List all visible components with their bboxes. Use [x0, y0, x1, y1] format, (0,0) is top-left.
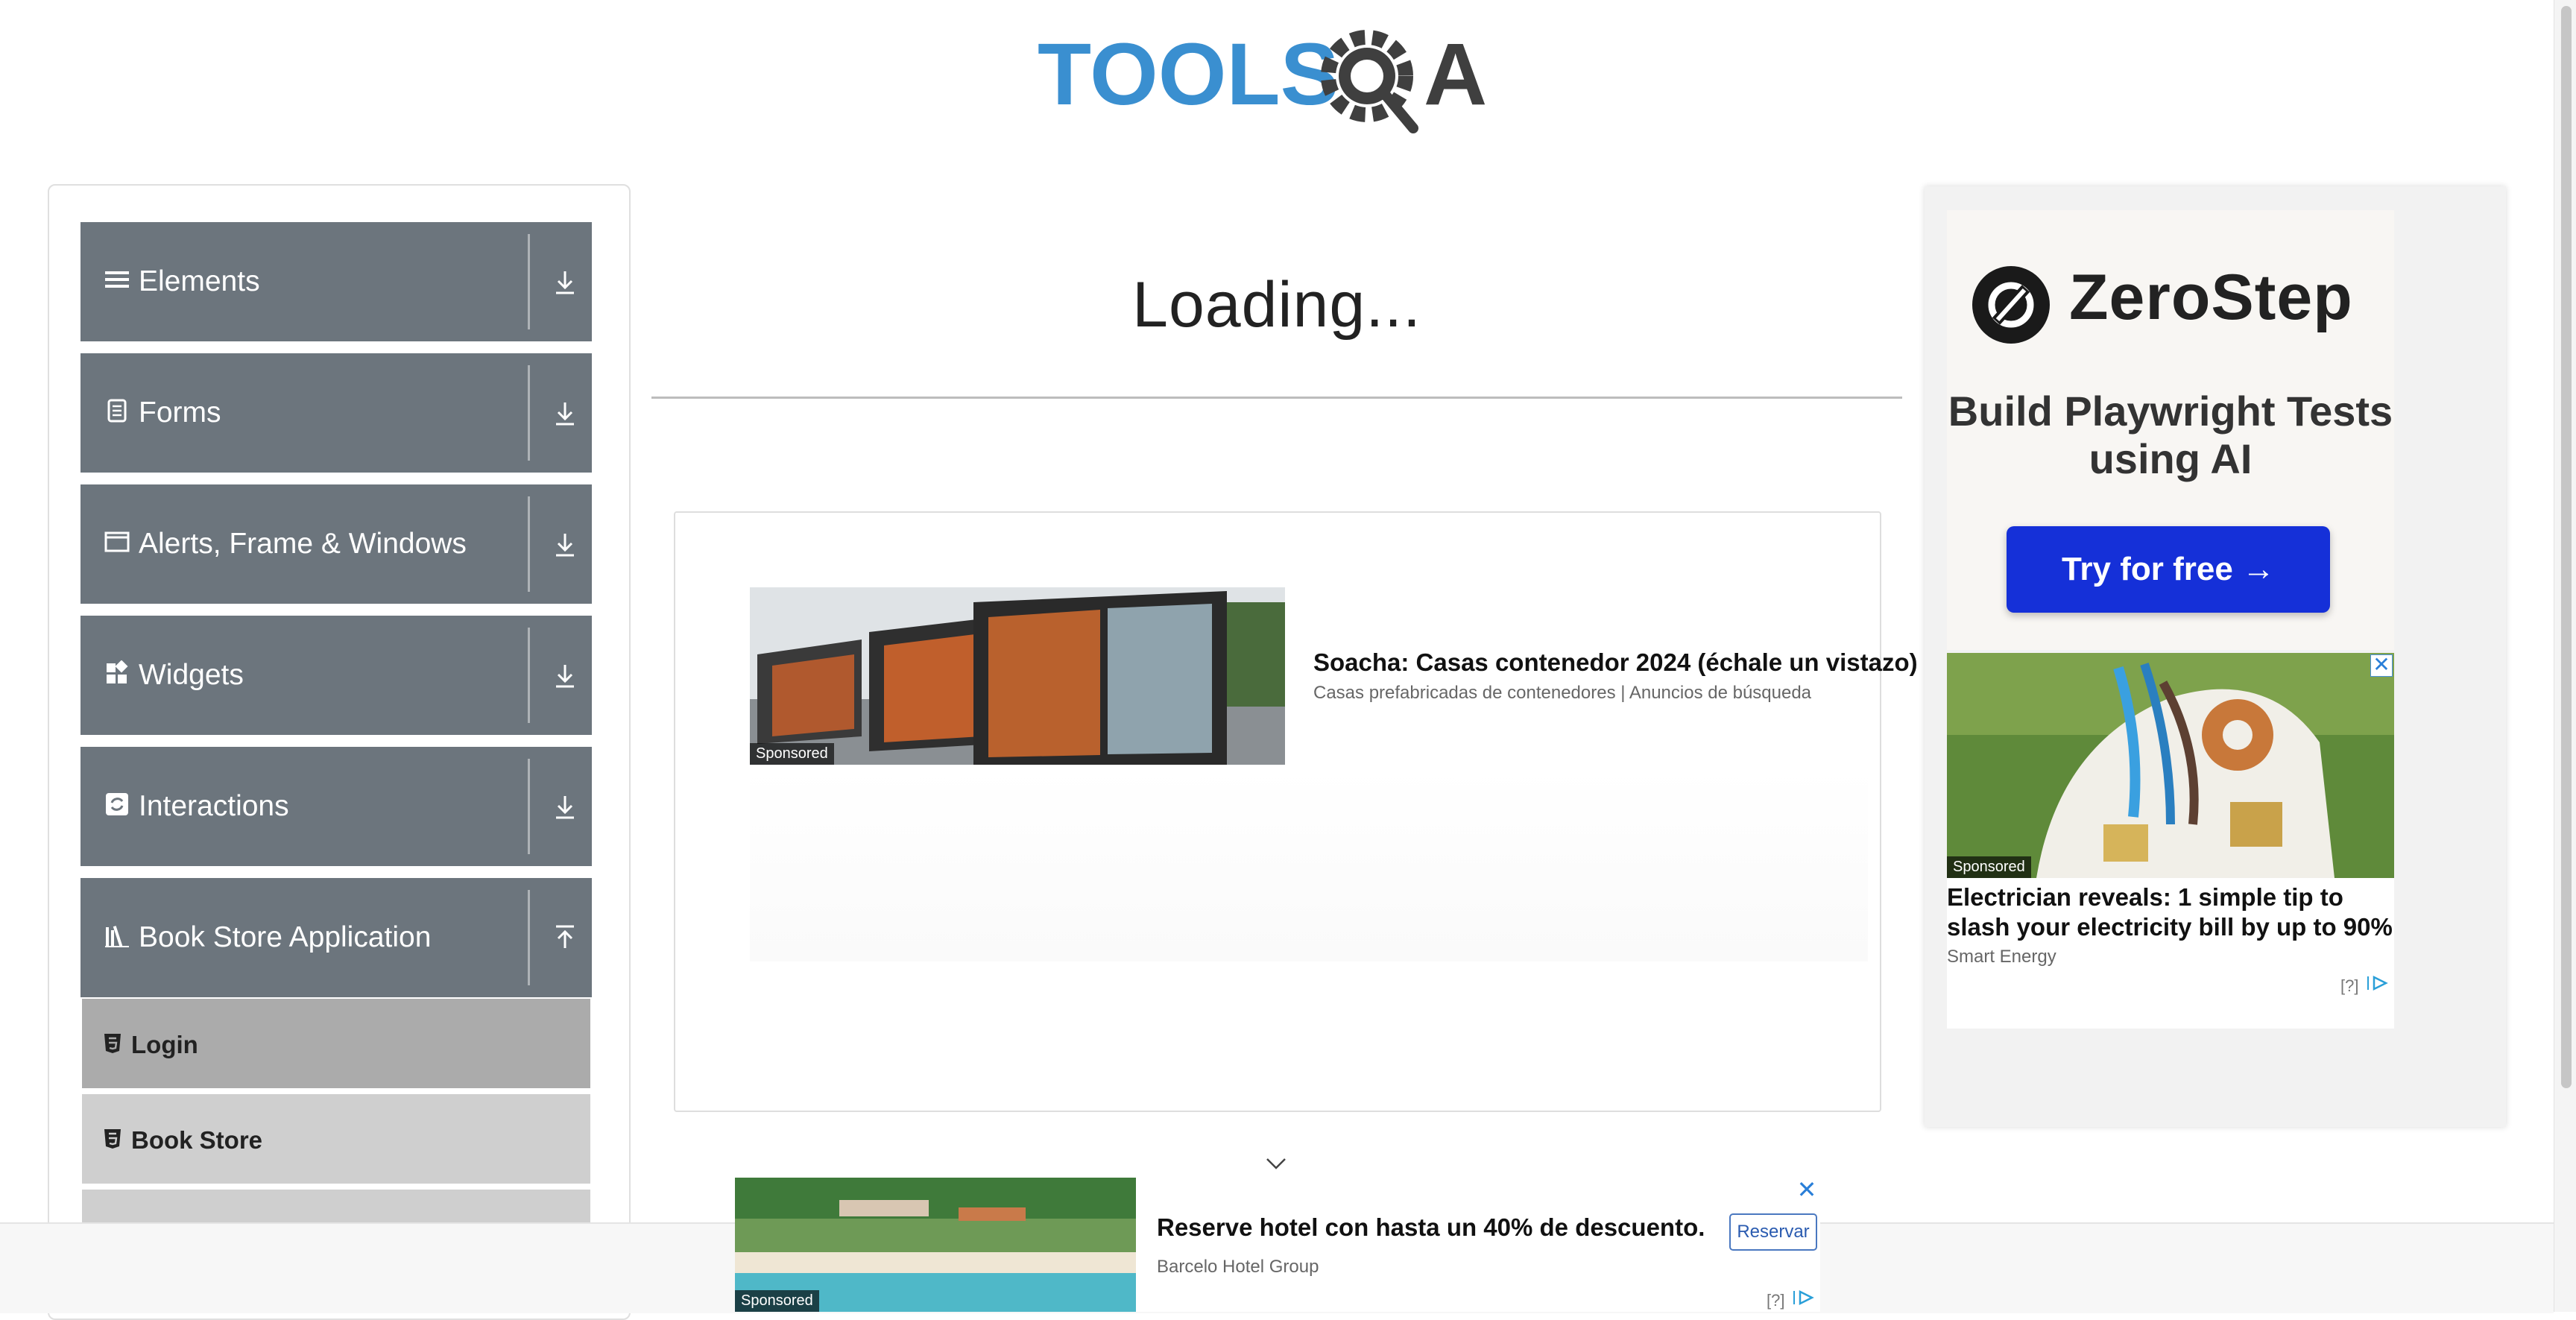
electric-plug-image — [1947, 653, 2394, 878]
adchoices-icon — [2367, 975, 2388, 991]
collapse-up-icon[interactable] — [550, 923, 580, 953]
sponsored-label: Sponsored — [750, 743, 834, 765]
expand-down-icon[interactable] — [550, 660, 580, 690]
close-icon[interactable]: ✕ — [1796, 1178, 1817, 1201]
ad-image-container-houses[interactable]: Sponsored — [750, 587, 1285, 765]
interactions-icon — [106, 793, 128, 815]
sidebar-group-label: Forms — [139, 397, 221, 429]
ad-info-link[interactable]: [?] — [1767, 1289, 1815, 1310]
divider — [528, 234, 530, 329]
scrollbar-thumb[interactable] — [2561, 6, 2572, 1088]
try-for-free-button[interactable]: Try for free → — [2007, 526, 2330, 613]
ad-source: Smart Energy — [1947, 947, 2056, 967]
expand-down-icon[interactable] — [550, 267, 580, 297]
expand-down-icon[interactable] — [550, 398, 580, 428]
divider — [528, 890, 530, 985]
sidebar-item-label: Book Store — [131, 1126, 263, 1154]
sidebar-item-login[interactable]: Login — [80, 997, 592, 1090]
sponsored-label: Sponsored — [1947, 856, 2031, 878]
widgets-icon — [107, 660, 128, 683]
sidebar-group-interactions[interactable]: Interactions — [80, 747, 592, 866]
hamburger-icon — [105, 271, 129, 288]
ad-info-link[interactable]: [?] — [2340, 975, 2389, 996]
document-icon — [107, 399, 127, 423]
ad-placeholder — [750, 768, 1868, 961]
divider — [651, 397, 1902, 399]
adchoices-icon — [1793, 1289, 1814, 1306]
library-icon — [105, 926, 129, 947]
sidebar-group-widgets[interactable]: Widgets — [80, 616, 592, 735]
sponsored-label: Sponsored — [735, 1290, 819, 1312]
sidebar-group-label: Book Store Application — [139, 921, 432, 953]
sidebar-group-label: Elements — [139, 265, 260, 297]
logo-text-tools: TOOLS — [1038, 25, 1339, 124]
ad-info-text: [?] — [1767, 1291, 1785, 1310]
toolsqa-logo[interactable]: TOOLS A — [1038, 22, 1522, 138]
html5-icon — [104, 1129, 121, 1149]
sidebar-group-alerts[interactable]: Alerts, Frame & Windows — [80, 484, 592, 604]
ad-title-link[interactable]: Reserve hotel con hasta un 40% de descue… — [1157, 1213, 1705, 1242]
sidebar-group-label: Widgets — [139, 659, 244, 691]
window-icon — [104, 531, 130, 552]
reservar-button[interactable]: Reservar — [1729, 1213, 1817, 1251]
divider — [528, 628, 530, 723]
sidebar-group-label: Alerts, Frame & Windows — [139, 528, 467, 560]
html5-icon — [104, 1034, 121, 1053]
gear-icon — [1321, 30, 1418, 133]
ad-info-text: [?] — [2340, 976, 2359, 995]
chevron-down-icon[interactable] — [1264, 1152, 1288, 1175]
zerostep-brand-name: ZeroStep — [2069, 262, 2353, 333]
sidebar-group-label: Interactions — [139, 790, 289, 822]
expand-down-icon[interactable] — [550, 792, 580, 821]
logo-text-a: A — [1424, 25, 1487, 124]
sidebar-group-forms[interactable]: Forms — [80, 353, 592, 473]
sidebar-group-book-store[interactable]: Book Store Application — [80, 878, 592, 997]
ad-source: Barcelo Hotel Group — [1157, 1257, 1319, 1277]
ad-title-link[interactable]: Soacha: Casas contenedor 2024 (échale un… — [1313, 648, 1918, 677]
zerostep-tagline: Build Playwright Tests using AI — [1948, 388, 2393, 482]
ad-image-hotel[interactable]: Sponsored — [735, 1178, 1136, 1312]
divider — [528, 365, 530, 461]
divider — [528, 759, 530, 854]
ad-title-link[interactable]: Electrician reveals: 1 simple tip to sla… — [1947, 882, 2394, 942]
ad-image-electric-plug[interactable]: Sponsored — [1947, 653, 2394, 878]
expand-down-icon[interactable] — [550, 529, 580, 559]
ad-subtitle: Casas prefabricadas de contenedores | An… — [1313, 683, 1812, 703]
close-icon[interactable]: ✕ — [2370, 654, 2393, 677]
sidebar-item-label: Login — [131, 1031, 198, 1058]
sidebar-item-book-store[interactable]: Book Store — [80, 1093, 592, 1185]
zerostep-logo-icon — [1972, 266, 2050, 344]
loading-text: Loading... — [1132, 269, 1421, 341]
container-houses-image — [750, 587, 1285, 765]
sidebar-group-elements[interactable]: Elements — [80, 222, 592, 341]
divider — [528, 496, 530, 592]
